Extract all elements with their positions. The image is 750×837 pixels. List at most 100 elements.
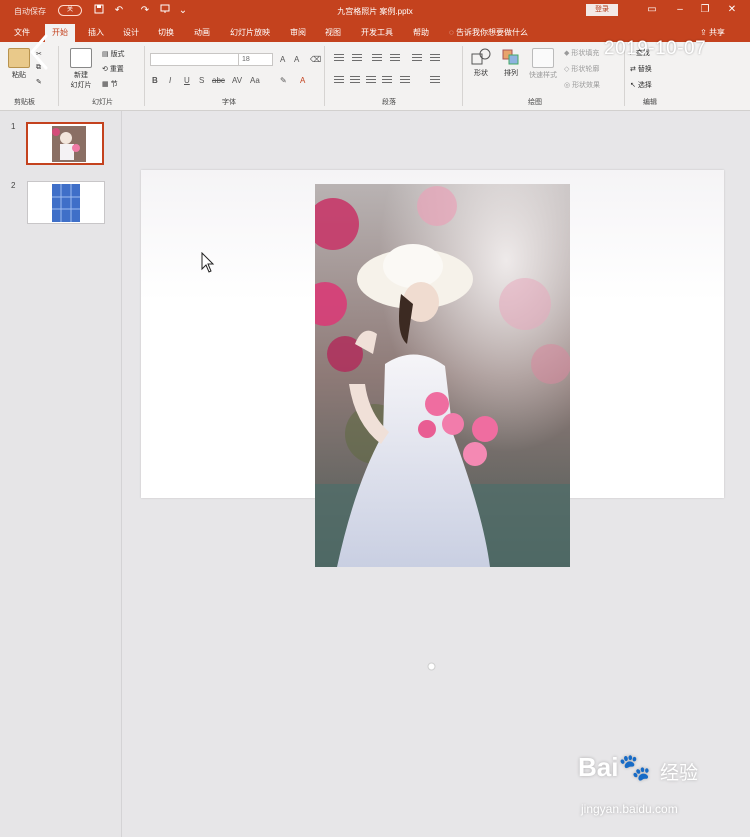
shape-outline-button[interactable]: ◇ 形状轮廓 — [564, 64, 599, 74]
shape-outline-label: 形状轮廓 — [571, 66, 600, 73]
group-label-editing: 编辑 — [643, 99, 657, 106]
line-spacing-icon[interactable] — [412, 54, 422, 62]
align-center-icon[interactable] — [350, 76, 360, 84]
shape-effects-button[interactable]: ◎ 形状效果 — [564, 80, 600, 90]
watermark-logo: Bai🐾 — [578, 752, 651, 783]
ribbon-divider — [144, 46, 145, 106]
highlight-icon[interactable]: ✎ — [280, 76, 287, 85]
tab-animations[interactable]: 动画 — [194, 27, 210, 38]
shapes-label: 形状 — [474, 70, 488, 77]
tab-design[interactable]: 设计 — [123, 27, 139, 38]
restore-icon[interactable]: ❐ — [697, 3, 713, 17]
font-name-box[interactable] — [150, 53, 239, 66]
zoom-indicator-icon — [427, 658, 436, 671]
watermark-brand: Bai — [578, 752, 619, 782]
title-bar: 自动保存 关 ↶ ↷ ⌄ 九宫格照片 案例.pptx 登录 ▭ – ❐ ✕ — [0, 0, 750, 22]
bullets-icon[interactable] — [334, 54, 344, 62]
ribbon-divider — [58, 46, 59, 106]
tab-help[interactable]: 帮助 — [413, 27, 429, 38]
window-title: 九宫格照片 案例.pptx — [337, 7, 413, 16]
shrink-font-icon[interactable]: A — [294, 55, 299, 64]
italic-button[interactable]: I — [169, 76, 171, 85]
girl-with-flowers-image — [315, 184, 570, 567]
shapes-icon — [471, 48, 491, 66]
tab-review[interactable]: 审阅 — [290, 27, 306, 38]
login-button[interactable]: 登录 — [586, 4, 618, 16]
watermark-brand-cn: 经验 — [660, 763, 699, 784]
group-label-font: 字体 — [222, 99, 236, 106]
shape-effects-label: 形状效果 — [572, 82, 601, 89]
text-direction-icon[interactable] — [430, 54, 440, 62]
new-slide-label-2: 幻灯片 — [70, 82, 92, 89]
arrange-button[interactable]: 排列 — [497, 48, 525, 78]
quick-styles-button[interactable]: 快速样式 — [526, 48, 560, 80]
paw-icon: 🐾 — [618, 752, 651, 782]
lightbulb-icon: ◌ — [449, 28, 454, 37]
share-button[interactable]: ⇪ 共享 — [700, 27, 725, 38]
arrange-label: 排列 — [504, 70, 518, 77]
font-color-icon[interactable]: A — [300, 76, 305, 85]
tab-view[interactable]: 视图 — [325, 27, 341, 38]
group-label-paragraph: 段落 — [382, 99, 396, 106]
reset-button[interactable]: ⟲ 重置 — [102, 64, 124, 74]
group-label-clipboard: 剪贴板 — [14, 99, 35, 106]
font-size-box[interactable]: 18 — [238, 53, 273, 66]
shapes-button[interactable]: 形状 — [467, 48, 495, 78]
columns-icon[interactable] — [400, 76, 410, 84]
slide-thumbnail-1[interactable] — [26, 122, 104, 165]
new-slide-button[interactable]: 新建 幻灯片 — [64, 48, 98, 90]
slide-number: 2 — [11, 181, 16, 190]
shadow-button[interactable]: S — [199, 76, 204, 85]
reset-label: 重置 — [109, 66, 124, 73]
minimize-icon[interactable]: – — [672, 3, 688, 17]
replace-button[interactable]: ⇄ 替换 — [630, 64, 652, 74]
justify-icon[interactable] — [382, 76, 392, 84]
strikethrough-button[interactable]: abc — [212, 76, 225, 85]
back-arrow-icon[interactable] — [26, 32, 52, 72]
tab-developer[interactable]: 开发工具 — [361, 27, 393, 38]
tab-transitions[interactable]: 切换 — [158, 27, 174, 38]
paste-label: 粘贴 — [12, 72, 26, 79]
tell-me-search[interactable]: ◌ 告诉我你想要做什么 — [449, 27, 528, 38]
smartart-icon[interactable] — [430, 76, 440, 84]
increase-indent-icon[interactable] — [390, 54, 400, 62]
decrease-indent-icon[interactable] — [372, 54, 382, 62]
clear-format-icon[interactable]: ⌫ — [310, 55, 321, 64]
tab-insert[interactable]: 插入 — [88, 27, 104, 38]
tab-slideshow[interactable]: 幻灯片放映 — [230, 27, 270, 38]
select-button[interactable]: ↖ 选择 — [630, 80, 652, 90]
underline-button[interactable]: U — [184, 76, 190, 85]
new-slide-icon — [70, 48, 92, 68]
numbering-icon[interactable] — [352, 54, 362, 62]
share-icon: ⇪ — [700, 28, 707, 37]
ribbon-display-icon[interactable]: ▭ — [644, 3, 660, 17]
align-right-icon[interactable] — [366, 76, 376, 84]
thumbnail-photo-image — [28, 124, 102, 163]
shape-fill-button[interactable]: ◆ 形状填充 — [564, 48, 599, 58]
group-label-slides: 幻灯片 — [92, 99, 113, 106]
quick-styles-label: 快速样式 — [529, 72, 557, 79]
layout-button[interactable]: ▤ 版式 — [102, 49, 125, 59]
section-button[interactable]: ▦ 节 — [102, 79, 118, 89]
layout-label: 版式 — [110, 51, 125, 58]
quick-styles-icon — [532, 48, 554, 68]
arrange-icon — [501, 48, 521, 66]
ribbon-divider — [324, 46, 325, 106]
slide-number: 1 — [11, 122, 16, 131]
close-icon[interactable]: ✕ — [724, 3, 740, 17]
tell-me-label: 告诉我你想要做什么 — [456, 28, 528, 37]
select-label: 选择 — [637, 82, 652, 89]
date-overlay: 2019-10-07 — [604, 38, 707, 59]
new-slide-label: 新建 — [74, 72, 88, 79]
slide-thumbnail-2[interactable] — [27, 181, 105, 224]
grow-font-icon[interactable]: A — [280, 55, 285, 64]
shape-fill-label: 形状填充 — [571, 50, 600, 57]
align-left-icon[interactable] — [334, 76, 344, 84]
bold-button[interactable]: B — [152, 76, 158, 85]
char-spacing-button[interactable]: AV — [232, 76, 242, 85]
slide-photo[interactable] — [315, 184, 570, 567]
format-painter-icon[interactable]: ✎ — [36, 78, 42, 86]
section-label: 节 — [110, 81, 118, 88]
watermark-url: jingyan.baidu.com — [581, 802, 678, 816]
change-case-button[interactable]: Aa — [250, 76, 260, 85]
